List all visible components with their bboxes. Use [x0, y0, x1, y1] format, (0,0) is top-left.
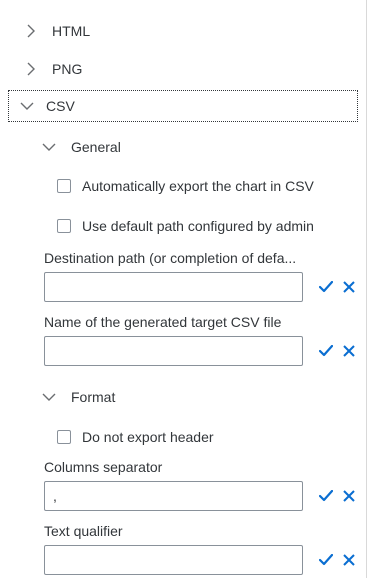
subsection-general-label: General — [71, 139, 121, 155]
subsection-format[interactable]: Format — [0, 387, 366, 407]
chevron-right-icon — [24, 24, 38, 38]
section-csv-label: CSV — [46, 98, 75, 114]
chevron-right-icon — [24, 62, 38, 76]
default-path-checkbox[interactable] — [57, 219, 71, 233]
qualifier-label: Text qualifier — [44, 523, 123, 539]
section-csv[interactable]: CSV — [8, 90, 358, 122]
subsection-format-label: Format — [71, 389, 116, 405]
section-png[interactable]: PNG — [0, 59, 366, 79]
section-png-label: PNG — [52, 61, 83, 77]
section-html[interactable]: HTML — [0, 21, 366, 41]
destination-path-label: Destination path (or completion of defa.… — [44, 250, 297, 266]
no-header-checkbox-row[interactable]: Do not export header — [57, 427, 366, 447]
section-html-label: HTML — [52, 23, 91, 39]
export-settings-panel: HTML PNG CSV General Automatically expor… — [0, 0, 367, 578]
close-icon[interactable] — [341, 552, 357, 568]
default-path-label: Use default path configured by admin — [82, 218, 314, 234]
separator-label: Columns separator — [44, 459, 163, 475]
checkmark-icon[interactable] — [318, 343, 334, 359]
filename-label: Name of the generated target CSV file — [44, 314, 282, 330]
chevron-down-icon — [42, 140, 56, 154]
auto-export-label: Automatically export the chart in CSV — [82, 178, 314, 194]
chevron-down-icon — [20, 99, 34, 113]
auto-export-checkbox[interactable] — [57, 179, 71, 193]
checkmark-icon[interactable] — [318, 552, 334, 568]
no-header-label: Do not export header — [82, 429, 214, 445]
chevron-down-icon — [42, 390, 56, 404]
checkmark-icon[interactable] — [318, 488, 334, 504]
checkmark-icon[interactable] — [318, 279, 334, 295]
qualifier-input[interactable] — [44, 545, 303, 575]
default-path-checkbox-row[interactable]: Use default path configured by admin — [57, 216, 366, 236]
destination-path-input[interactable] — [44, 272, 303, 302]
auto-export-checkbox-row[interactable]: Automatically export the chart in CSV — [57, 176, 366, 196]
close-icon[interactable] — [341, 343, 357, 359]
subsection-general[interactable]: General — [0, 137, 366, 157]
close-icon[interactable] — [341, 488, 357, 504]
filename-input[interactable] — [44, 336, 303, 366]
separator-input[interactable] — [44, 481, 303, 511]
close-icon[interactable] — [341, 279, 357, 295]
no-header-checkbox[interactable] — [57, 430, 71, 444]
